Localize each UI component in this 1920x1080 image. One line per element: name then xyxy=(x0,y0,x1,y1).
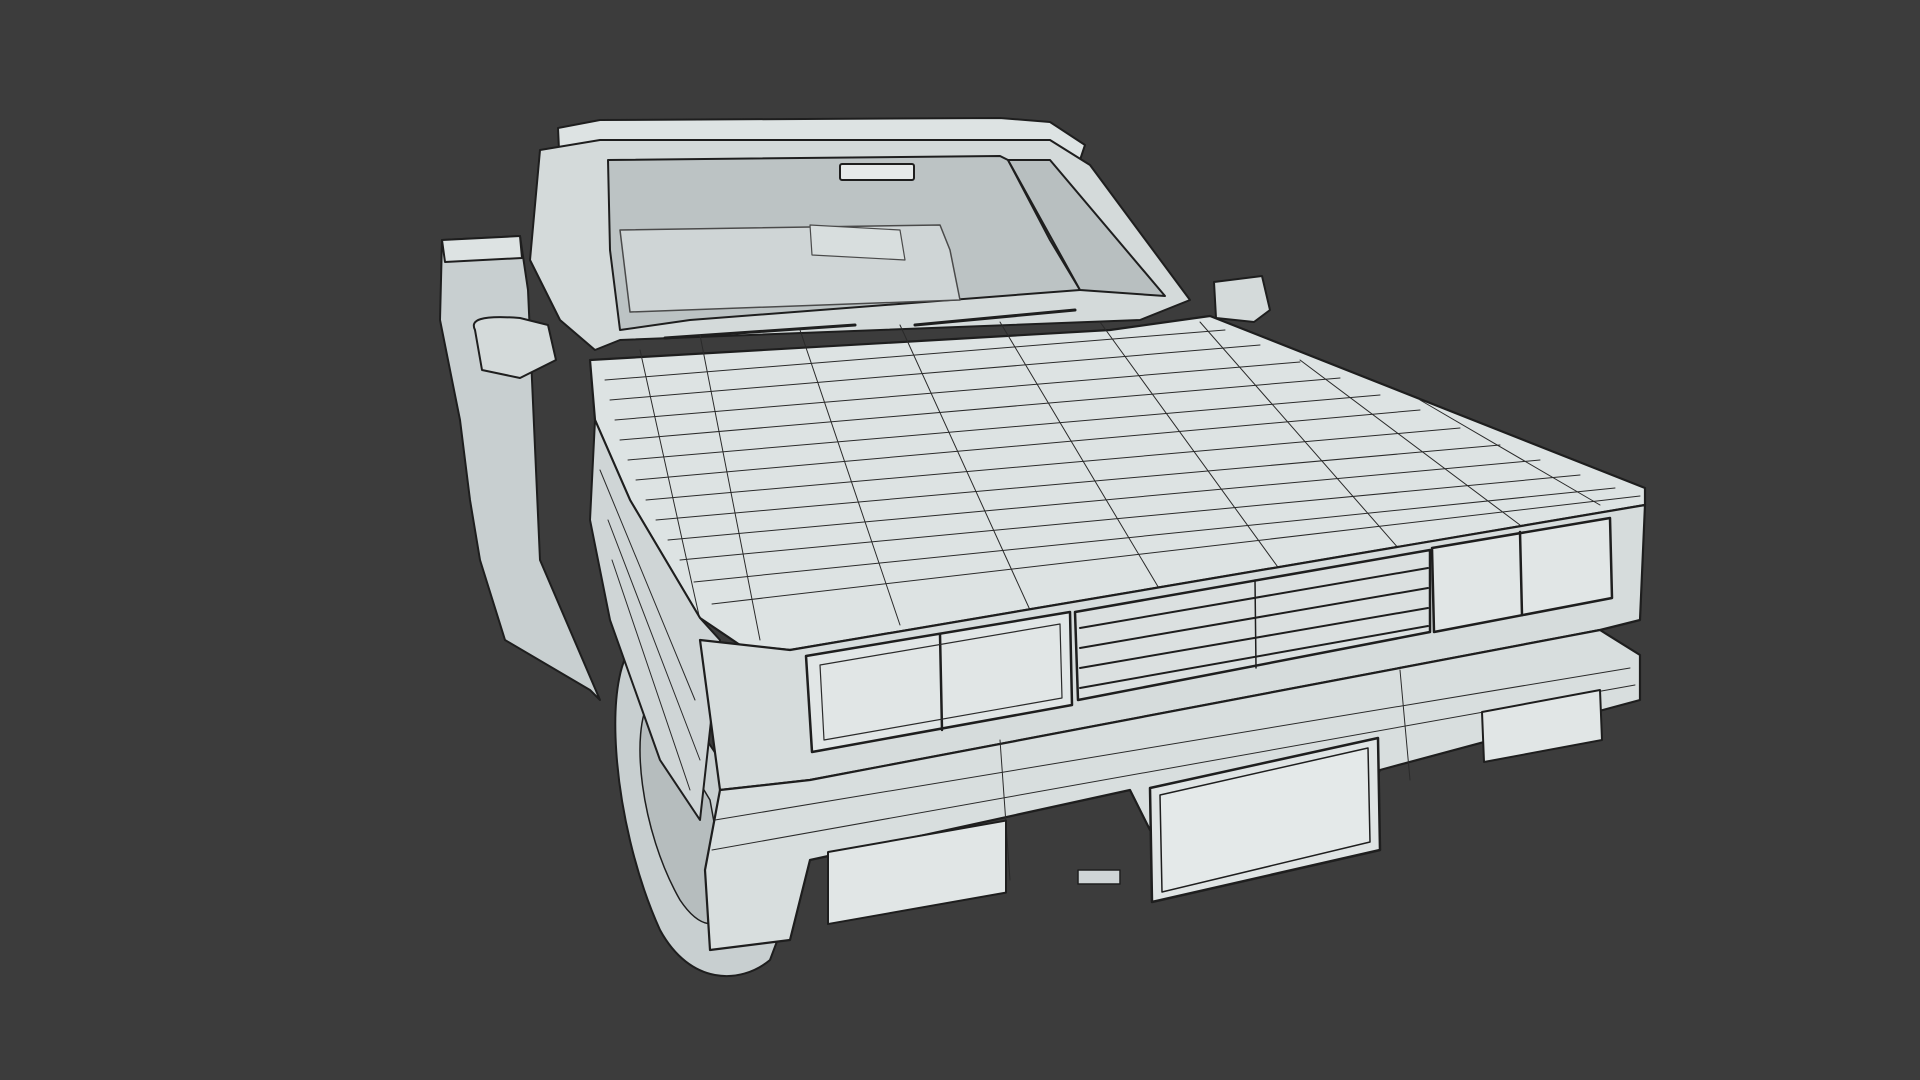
grille-center-rib xyxy=(1254,579,1257,669)
truck-bed-rail xyxy=(441,235,523,263)
3d-viewport[interactable] xyxy=(0,0,1920,1080)
truck-render xyxy=(0,0,1920,1080)
interior-seat xyxy=(619,224,961,313)
interior-headrest xyxy=(809,224,906,261)
tow-hook xyxy=(1077,869,1121,885)
right-side-mirror xyxy=(1213,275,1271,323)
rearview-mirror xyxy=(839,163,915,181)
